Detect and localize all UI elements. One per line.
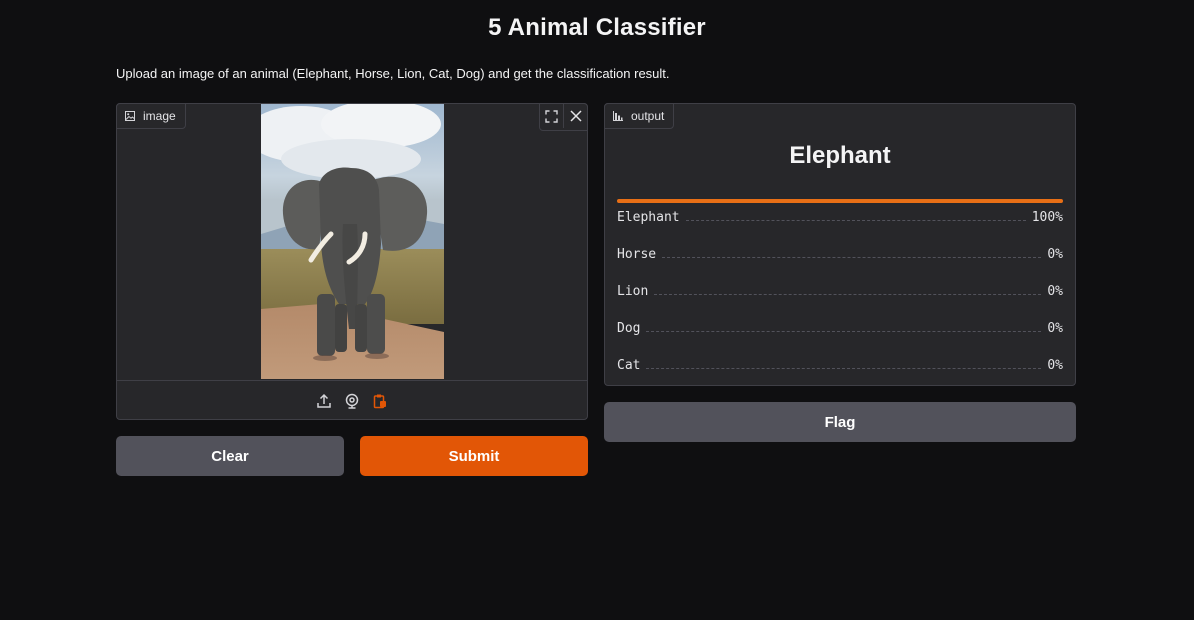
fullscreen-icon bbox=[545, 109, 558, 123]
confidence-label: Horse bbox=[617, 247, 657, 262]
confidence-leader bbox=[654, 285, 1042, 295]
image-icon bbox=[125, 111, 135, 121]
elephant-photo bbox=[261, 104, 444, 379]
confidence-label: Cat bbox=[617, 358, 641, 373]
webcam-source-button[interactable] bbox=[343, 392, 361, 410]
confidence-row[interactable]: Horse 0% bbox=[617, 236, 1063, 273]
image-preview-area[interactable] bbox=[117, 104, 587, 379]
image-toolbar bbox=[539, 103, 588, 131]
confidence-leader bbox=[662, 248, 1042, 258]
confidence-value: 0% bbox=[1047, 321, 1063, 336]
page-description: Upload an image of an animal (Elephant, … bbox=[116, 66, 670, 81]
confidence-leader bbox=[685, 211, 1026, 221]
clear-button[interactable]: Clear bbox=[116, 436, 344, 476]
confidence-value: 0% bbox=[1047, 247, 1063, 262]
flag-button[interactable]: Flag bbox=[604, 402, 1076, 442]
confidence-value: 100% bbox=[1031, 210, 1063, 225]
confidence-list: Elephant 100% Horse 0% Lion 0% Dog 0% Ca… bbox=[617, 199, 1063, 384]
clipboard-icon bbox=[373, 394, 386, 408]
label-output-panel: output Elephant Elephant 100% Horse 0% L… bbox=[604, 103, 1076, 386]
confidence-row[interactable]: Cat 0% bbox=[617, 347, 1063, 384]
confidence-label: Elephant bbox=[617, 210, 680, 225]
close-icon bbox=[569, 110, 582, 122]
webcam-icon bbox=[345, 393, 359, 409]
confidence-row[interactable]: Dog 0% bbox=[617, 310, 1063, 347]
image-input-label-text: image bbox=[143, 109, 176, 123]
elephant-photo-image bbox=[261, 104, 444, 379]
clipboard-source-button[interactable] bbox=[371, 392, 389, 410]
image-source-bar bbox=[117, 380, 587, 420]
image-input-panel: image bbox=[116, 103, 588, 420]
confidence-row[interactable]: Lion 0% bbox=[617, 273, 1063, 310]
output-label: output bbox=[604, 103, 675, 129]
image-input-label: image bbox=[116, 103, 186, 129]
submit-button[interactable]: Submit bbox=[360, 436, 588, 476]
output-label-text: output bbox=[631, 109, 665, 123]
predicted-label: Elephant bbox=[789, 142, 891, 169]
confidence-leader bbox=[646, 359, 1042, 369]
bar-chart-icon bbox=[613, 111, 623, 121]
confidence-value: 0% bbox=[1047, 284, 1063, 299]
upload-source-button[interactable] bbox=[315, 392, 333, 410]
confidence-leader bbox=[646, 322, 1042, 332]
confidence-value: 0% bbox=[1047, 358, 1063, 373]
app-page: 5 Animal Classifier Upload an image of a… bbox=[0, 0, 1194, 620]
confidence-row[interactable]: Elephant 100% bbox=[617, 199, 1063, 236]
fullscreen-button[interactable] bbox=[540, 104, 563, 128]
confidence-label: Lion bbox=[617, 284, 649, 299]
upload-icon bbox=[317, 393, 331, 408]
confidence-label: Dog bbox=[617, 321, 641, 336]
clear-image-button[interactable] bbox=[563, 104, 587, 128]
confidence-bar bbox=[617, 199, 1063, 203]
page-title: 5 Animal Classifier bbox=[488, 14, 706, 41]
